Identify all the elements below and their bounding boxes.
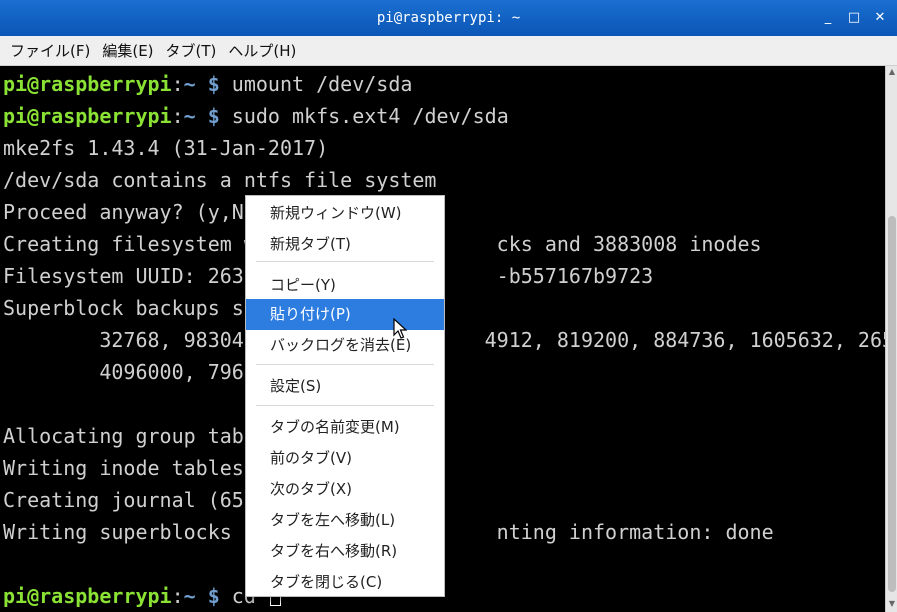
prompt-path: ~ $: [183, 104, 220, 128]
menu-item-prev-tab[interactable]: 前のタブ(V): [246, 443, 444, 474]
terminal-line: pi@raspberrypi:~ $ sudo mkfs.ext4 /dev/s…: [3, 100, 509, 132]
prompt-colon: :: [171, 72, 184, 96]
prompt-user: pi@raspberrypi: [3, 72, 172, 96]
scroll-down-icon[interactable]: ▼: [886, 598, 897, 610]
scroll-up-icon[interactable]: ▲: [886, 66, 897, 78]
context-menu: 新規ウィンドウ(W) 新規タブ(T) コピー(Y) 貼り付け(P) バックログを…: [245, 195, 445, 597]
menu-item-paste[interactable]: 貼り付け(P): [246, 299, 444, 330]
terminal-line: mke2fs 1.43.4 (31-Jan-2017): [3, 136, 329, 160]
menu-item-rename-tab[interactable]: タブの名前変更(M): [246, 412, 444, 443]
menu-item-close-tab[interactable]: タブを閉じる(C): [246, 567, 444, 598]
prompt-user: pi@raspberrypi: [3, 584, 172, 608]
prompt-colon: :: [171, 584, 184, 608]
menu-item-move-tab-right[interactable]: タブを右へ移動(R): [246, 536, 444, 567]
maximize-button[interactable]: □: [845, 9, 863, 27]
menu-item-next-tab[interactable]: 次のタブ(X): [246, 474, 444, 505]
window-titlebar: pi@raspberrypi: ~ _ □ ✕: [0, 0, 897, 36]
menu-item-copy[interactable]: コピー(Y): [246, 270, 444, 301]
menu-tabs[interactable]: タブ(T): [160, 36, 223, 66]
terminal-line: 4096000, 79626: [3, 360, 268, 384]
prompt-colon: :: [171, 104, 184, 128]
prompt-path: ~ $: [183, 584, 220, 608]
terminal-line: Allocating group table: [3, 424, 268, 448]
menu-item-clear-scrollback[interactable]: バックログを消去(E): [246, 330, 444, 361]
terminal-line: Proceed anyway? (y,N): [3, 200, 268, 224]
minimize-button[interactable]: _: [819, 9, 837, 27]
terminal-line: pi@raspberrypi:~ $ cd: [3, 580, 281, 612]
menu-item-new-tab[interactable]: 新規タブ(T): [246, 229, 444, 260]
prompt-path: ~ $: [183, 72, 220, 96]
menu-edit[interactable]: 編集(E): [96, 36, 159, 66]
menubar: ファイル(F) 編集(E) タブ(T) ヘルプ(H): [0, 36, 897, 66]
terminal-line: pi@raspberrypi:~ $ umount /dev/sda: [3, 68, 412, 100]
terminal-line: Creating journal (6553: [3, 488, 268, 512]
menu-item-move-tab-left[interactable]: タブを左へ移動(L): [246, 505, 444, 536]
terminal-line: /dev/sda contains a ntfs file system: [3, 168, 437, 192]
command-text: umount /dev/sda: [219, 72, 413, 96]
window-title: pi@raspberrypi: ~: [376, 10, 521, 26]
menu-item-new-window[interactable]: 新規ウィンドウ(W): [246, 198, 444, 229]
menu-file[interactable]: ファイル(F): [4, 36, 96, 66]
mouse-pointer-icon: [393, 318, 407, 339]
close-button[interactable]: ✕: [871, 9, 889, 27]
vertical-scrollbar[interactable]: ▲ ▼: [885, 66, 897, 612]
menu-separator: [256, 261, 434, 262]
menu-help[interactable]: ヘルプ(H): [222, 36, 302, 66]
terminal-line: Superblock backups sto: [3, 296, 268, 320]
menu-item-settings[interactable]: 設定(S): [246, 371, 444, 402]
prompt-user: pi@raspberrypi: [3, 104, 172, 128]
menu-separator: [256, 405, 434, 406]
menu-separator: [256, 364, 434, 365]
terminal-line: Writing inode tables:: [3, 456, 256, 480]
scrollbar-thumb[interactable]: [888, 216, 896, 592]
command-text: sudo mkfs.ext4 /dev/sda: [219, 104, 509, 128]
